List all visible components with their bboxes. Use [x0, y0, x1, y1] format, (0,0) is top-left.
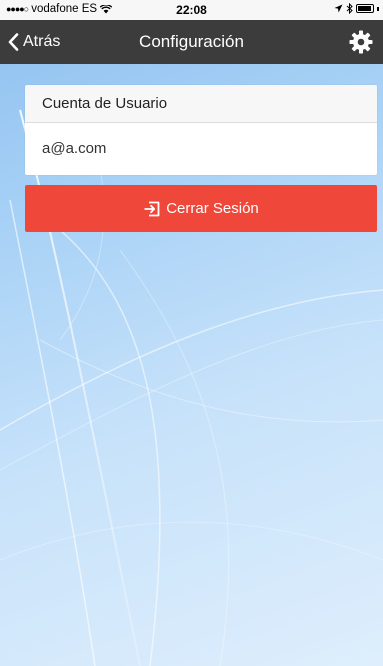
navigation-bar: Atrás Configuración	[0, 20, 383, 64]
bluetooth-icon	[346, 3, 353, 14]
status-bar: ●●●●○ vodafone ES 22:08	[0, 0, 383, 20]
status-time: 22:08	[176, 3, 207, 17]
back-button[interactable]: Atrás	[8, 20, 60, 64]
battery-tip	[377, 6, 379, 11]
screen: ●●●●○ vodafone ES 22:08 Atrás Configurac…	[0, 0, 383, 666]
location-arrow-icon	[334, 4, 343, 13]
sign-out-icon	[144, 201, 160, 216]
battery-icon	[356, 4, 374, 13]
logout-button[interactable]: Cerrar Sesión	[25, 185, 377, 232]
chevron-left-icon	[8, 33, 19, 51]
status-right	[334, 3, 379, 14]
back-button-label: Atrás	[23, 33, 61, 50]
settings-button[interactable]	[349, 30, 373, 54]
account-email: a@a.com	[42, 140, 107, 157]
account-card: Cuenta de Usuario a@a.com	[25, 85, 377, 175]
logout-button-label: Cerrar Sesión	[166, 200, 259, 217]
account-card-header: Cuenta de Usuario	[25, 85, 377, 123]
battery-level	[358, 6, 371, 11]
gear-icon	[349, 30, 373, 54]
